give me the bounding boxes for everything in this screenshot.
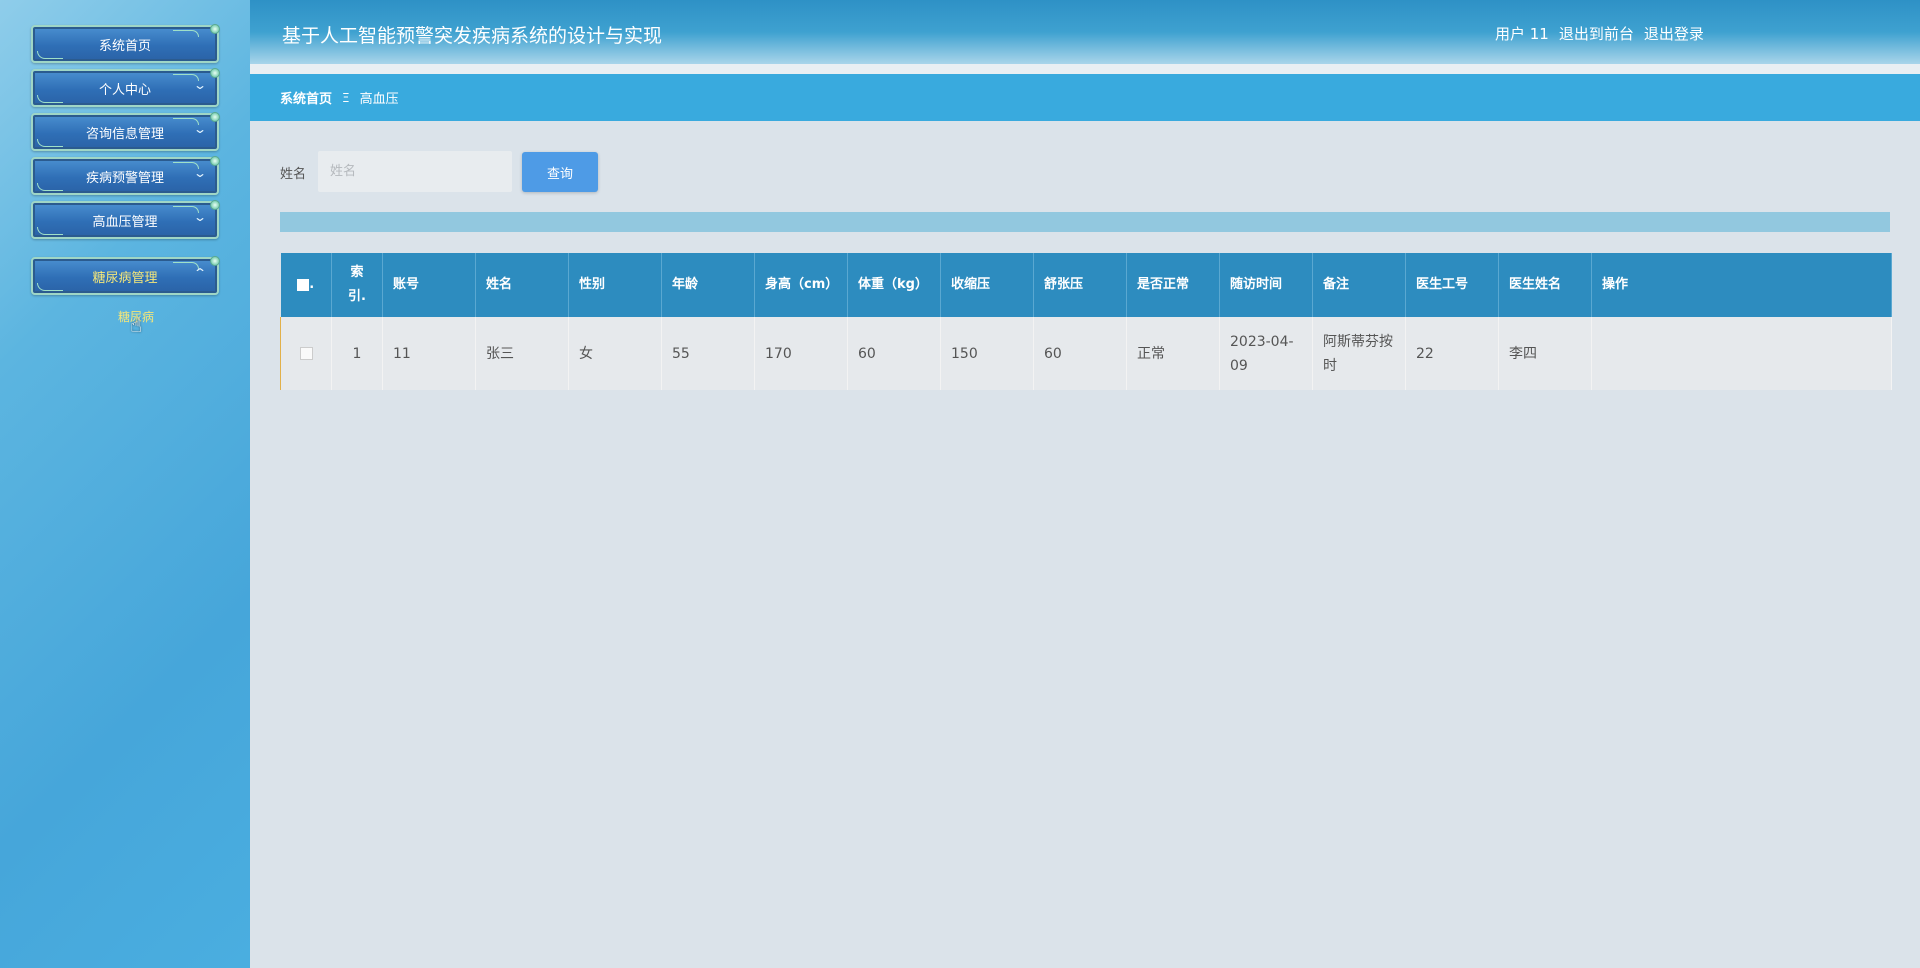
sidebar-item-hypertension[interactable]: 高血压管理 ⌄	[31, 200, 220, 239]
table-cell: 22	[1405, 317, 1499, 390]
table-cell: 55	[661, 317, 755, 390]
sidebar-item-label: 高血压管理	[92, 214, 158, 230]
sidebar-item-label: 咨询信息管理	[85, 126, 164, 142]
table-cell: 李四	[1498, 317, 1592, 390]
chevron-down-icon: ⌄	[192, 122, 208, 136]
chevron-down-icon: ⌄	[192, 78, 208, 92]
column-header: 舒张压	[1033, 253, 1127, 317]
column-header: 是否正常	[1126, 253, 1220, 317]
app-title: 基于人工智能预警突发疾病系统的设计与实现	[282, 26, 663, 47]
column-header: 性别	[568, 253, 662, 317]
breadcrumb-current: 高血压	[359, 92, 399, 107]
table-cell: 正常	[1126, 317, 1220, 390]
sidebar-item-label: 系统首页	[98, 38, 151, 54]
column-header: 姓名	[475, 253, 569, 317]
orb-icon	[210, 68, 220, 78]
row-checkbox-cell[interactable]	[280, 317, 332, 390]
checkbox-icon[interactable]	[299, 347, 313, 360]
toolbar-strip	[280, 212, 1890, 232]
breadcrumb-home[interactable]: 系统首页	[280, 88, 332, 107]
table-cell: 女	[568, 317, 662, 390]
column-header: 年龄	[661, 253, 755, 317]
table-cell: 张三	[475, 317, 569, 390]
logout-link[interactable]: 退出登录	[1644, 23, 1704, 44]
column-header: 医生姓名	[1498, 253, 1592, 317]
table-cell: 150	[940, 317, 1034, 390]
sidebar-item-personal-center[interactable]: 个人中心 ⌄	[31, 68, 220, 107]
chevron-down-icon: ⌄	[192, 210, 208, 224]
table-cell: 2023-04-09	[1219, 317, 1313, 390]
table-row: 1 11 张三 女 55 170 60 150 60 正常 2023-04-09…	[280, 317, 1892, 390]
search-label: 姓名	[280, 167, 307, 182]
column-header: 备注	[1312, 253, 1406, 317]
sidebar-item-home[interactable]: 系统首页	[31, 24, 220, 63]
back-to-front-link[interactable]: 退出到前台	[1559, 23, 1634, 44]
column-header: 医生工号	[1405, 253, 1499, 317]
column-header: 索引.	[331, 253, 383, 317]
sidebar-item-disease-warning[interactable]: 疾病预警管理 ⌄	[31, 156, 220, 195]
user-label: 用户 11	[1495, 25, 1549, 43]
orb-icon	[210, 200, 220, 210]
sidebar: 系统首页 个人中心 ⌄ 咨询信息管理 ⌄ 疾病预警管理 ⌄ 高血压管理 ⌄ 糖尿…	[0, 0, 250, 968]
sidebar-item-consult-info[interactable]: 咨询信息管理 ⌄	[31, 112, 220, 151]
orb-icon	[210, 256, 220, 266]
table-cell: 11	[382, 317, 476, 390]
sidebar-item-diabetes[interactable]: 糖尿病管理 ⌃	[31, 256, 220, 295]
table-cell: 阿斯蒂芬按时	[1312, 317, 1406, 390]
column-header: 身高（cm）	[754, 253, 848, 317]
chevron-up-icon: ⌃	[192, 266, 208, 280]
data-table: . 索引. 账号 姓名 性别 年龄 身高（cm） 体重（kg） 收缩压 舒张压 …	[280, 253, 1892, 390]
sidebar-item-label: 糖尿病管理	[92, 270, 158, 286]
header-divider	[250, 64, 1920, 74]
select-all-checkbox[interactable]: .	[280, 253, 332, 317]
table-cell: 170	[754, 317, 848, 390]
table-cell: 60	[847, 317, 941, 390]
orb-icon	[210, 24, 220, 34]
table-cell: 1	[331, 317, 383, 390]
search-name-input[interactable]	[318, 151, 512, 192]
breadcrumb-separator: Ξ	[342, 90, 350, 105]
column-header: 操作	[1591, 253, 1892, 317]
chevron-down-icon: ⌄	[192, 166, 208, 180]
search-button[interactable]: 查询	[522, 152, 598, 192]
sidebar-item-label: 个人中心	[98, 82, 151, 98]
top-header: 基于人工智能预警突发疾病系统的设计与实现 用户 11 退出到前台 退出登录	[250, 0, 1920, 64]
table-cell-actions	[1591, 317, 1892, 390]
column-header: 收缩压	[940, 253, 1034, 317]
checkbox-icon[interactable]	[297, 278, 310, 291]
hand-cursor-icon: ☝	[130, 313, 143, 337]
breadcrumb: 系统首页 Ξ 高血压	[250, 74, 1920, 121]
sidebar-item-label: 疾病预警管理	[85, 170, 164, 186]
table-header-row: . 索引. 账号 姓名 性别 年龄 身高（cm） 体重（kg） 收缩压 舒张压 …	[280, 253, 1892, 317]
orb-icon	[210, 156, 220, 166]
column-header: 账号	[382, 253, 476, 317]
orb-icon	[210, 112, 220, 122]
user-area: 用户 11 退出到前台 退出登录	[1495, 23, 1704, 44]
column-header: 随访时间	[1219, 253, 1313, 317]
column-header: 体重（kg）	[847, 253, 941, 317]
table-cell: 60	[1033, 317, 1127, 390]
